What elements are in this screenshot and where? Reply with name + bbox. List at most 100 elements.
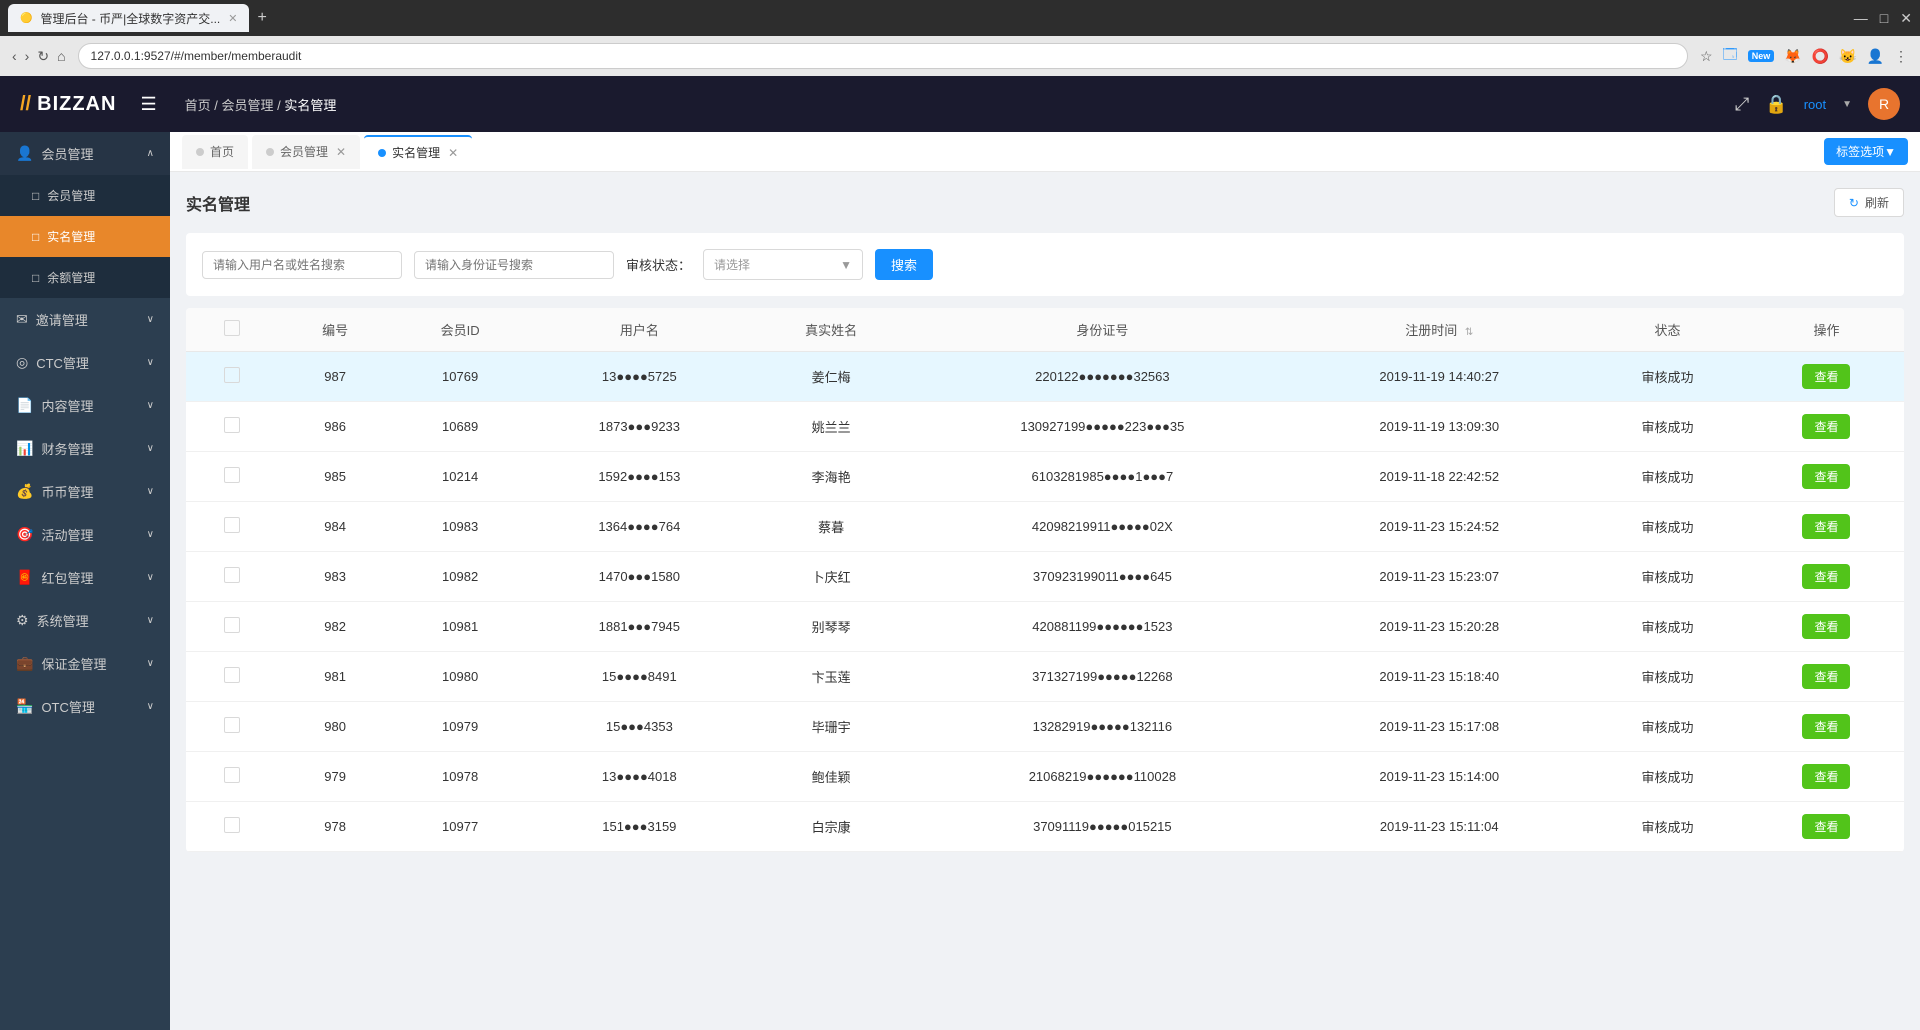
cell-action[interactable]: 查看 — [1749, 452, 1904, 502]
member-mgmt-icon: □ — [32, 189, 39, 203]
lock-icon[interactable]: 🔒 — [1765, 94, 1787, 115]
cell-action[interactable]: 查看 — [1749, 602, 1904, 652]
sort-icon: ⇅ — [1465, 327, 1473, 338]
row-checkbox-2[interactable] — [224, 467, 240, 483]
row-checkbox-3[interactable] — [224, 517, 240, 533]
cell-checkbox[interactable] — [186, 752, 279, 802]
cell-checkbox[interactable] — [186, 552, 279, 602]
new-tab-button[interactable]: + — [257, 9, 266, 27]
cell-checkbox[interactable] — [186, 402, 279, 452]
user-icon[interactable]: 👤 — [1867, 48, 1884, 65]
cell-action[interactable]: 查看 — [1749, 552, 1904, 602]
cell-username: 1873●●●9233 — [529, 402, 750, 452]
row-checkbox-0[interactable] — [224, 367, 240, 383]
view-button[interactable]: 查看 — [1802, 814, 1850, 839]
tab-member-mgmt[interactable]: 会员管理 ✕ — [252, 135, 360, 169]
extension-icon-1[interactable]: 🗔 — [1723, 44, 1738, 68]
tab-member-close[interactable]: ✕ — [336, 145, 346, 159]
row-checkbox-7[interactable] — [224, 717, 240, 733]
close-icon[interactable]: ✕ — [1900, 10, 1912, 27]
view-button[interactable]: 查看 — [1802, 764, 1850, 789]
view-button[interactable]: 查看 — [1802, 564, 1850, 589]
maximize-icon[interactable]: □ — [1880, 10, 1888, 27]
user-dropdown-icon[interactable]: ▼ — [1842, 99, 1852, 110]
view-button[interactable]: 查看 — [1802, 614, 1850, 639]
sidebar-item-realname[interactable]: □ 实名管理 — [0, 216, 170, 257]
tab-realname-close[interactable]: ✕ — [448, 146, 458, 160]
user-info[interactable]: root — [1804, 97, 1826, 112]
cell-idno: 6103281985●●●●1●●●7 — [913, 452, 1293, 502]
sidebar-item-activity[interactable]: 🎯 活动管理 ∨ — [0, 513, 170, 556]
cell-action[interactable]: 查看 — [1749, 752, 1904, 802]
sidebar-item-margin[interactable]: 💼 保证金管理 ∨ — [0, 642, 170, 685]
cell-checkbox[interactable] — [186, 352, 279, 402]
view-button[interactable]: 查看 — [1802, 664, 1850, 689]
refresh-button[interactable]: ↻ 刷新 — [1834, 188, 1904, 217]
sidebar-item-ctc[interactable]: ◎ CTC管理 ∨ — [0, 341, 170, 384]
fullscreen-icon[interactable]: ⤢ — [1735, 94, 1749, 115]
cell-action[interactable]: 查看 — [1749, 352, 1904, 402]
sidebar-item-redpacket[interactable]: 🧧 红包管理 ∨ — [0, 556, 170, 599]
extension-icon-3[interactable]: ⭕ — [1812, 48, 1829, 65]
forward-button[interactable]: › — [25, 48, 30, 65]
status-select[interactable]: 请选择 ▼ — [703, 249, 863, 280]
search-button[interactable]: 搜索 — [875, 249, 933, 280]
cell-checkbox[interactable] — [186, 452, 279, 502]
cell-checkbox[interactable] — [186, 602, 279, 652]
cell-action[interactable]: 查看 — [1749, 652, 1904, 702]
sidebar-item-content[interactable]: 📄 内容管理 ∨ — [0, 384, 170, 427]
sidebar-item-member-mgmt[interactable]: □ 会员管理 — [0, 175, 170, 216]
th-checkbox[interactable] — [186, 308, 279, 352]
extension-icon-2[interactable]: 🦊 — [1784, 48, 1801, 65]
sidebar-item-otc[interactable]: 🏪 OTC管理 ∨ — [0, 685, 170, 728]
breadcrumb-member[interactable]: 会员管理 — [221, 98, 273, 113]
cell-checkbox[interactable] — [186, 802, 279, 852]
back-button[interactable]: ‹ — [12, 48, 17, 65]
tab-close-icon[interactable]: ✕ — [228, 12, 237, 25]
idno-search-input[interactable] — [414, 251, 614, 279]
cell-checkbox[interactable] — [186, 652, 279, 702]
th-username: 用户名 — [529, 308, 750, 352]
row-checkbox-6[interactable] — [224, 667, 240, 683]
view-button[interactable]: 查看 — [1802, 364, 1850, 389]
view-button[interactable]: 查看 — [1802, 414, 1850, 439]
sidebar-item-finance[interactable]: 📊 财务管理 ∨ — [0, 427, 170, 470]
row-checkbox-1[interactable] — [224, 417, 240, 433]
row-checkbox-9[interactable] — [224, 817, 240, 833]
select-all-checkbox[interactable] — [224, 320, 240, 336]
home-button[interactable]: ⌂ — [57, 48, 65, 65]
tab-realname[interactable]: 实名管理 ✕ — [364, 135, 472, 169]
view-button[interactable]: 查看 — [1802, 714, 1850, 739]
cell-action[interactable]: 查看 — [1749, 402, 1904, 452]
sidebar-item-member[interactable]: 👤 会员管理 ∧ — [0, 132, 170, 175]
row-checkbox-8[interactable] — [224, 767, 240, 783]
view-button[interactable]: 查看 — [1802, 514, 1850, 539]
bookmark-icon[interactable]: ☆ — [1700, 48, 1713, 65]
sidebar-item-coin[interactable]: 💰 币币管理 ∨ — [0, 470, 170, 513]
menu-icon[interactable]: ⋮ — [1894, 48, 1908, 65]
url-bar[interactable]: 127.0.0.1:9527/#/member/memberaudit — [78, 43, 1688, 69]
cell-username: 15●●●●8491 — [529, 652, 750, 702]
minimize-icon[interactable]: — — [1854, 10, 1868, 27]
sidebar-item-invite[interactable]: ✉ 邀请管理 ∨ — [0, 298, 170, 341]
reload-button[interactable]: ↻ — [37, 48, 49, 65]
cell-checkbox[interactable] — [186, 702, 279, 752]
sidebar-item-system[interactable]: ⚙ 系统管理 ∨ — [0, 599, 170, 642]
tag-select-button[interactable]: 标签选项▼ — [1824, 138, 1908, 165]
row-checkbox-4[interactable] — [224, 567, 240, 583]
extension-icon-4[interactable]: 😺 — [1839, 48, 1856, 65]
cell-action[interactable]: 查看 — [1749, 502, 1904, 552]
cell-checkbox[interactable] — [186, 502, 279, 552]
view-button[interactable]: 查看 — [1802, 464, 1850, 489]
breadcrumb-home[interactable]: 首页 — [185, 98, 211, 113]
sidebar-toggle[interactable]: ☰ — [140, 94, 156, 115]
cell-action[interactable]: 查看 — [1749, 702, 1904, 752]
row-checkbox-5[interactable] — [224, 617, 240, 633]
cell-action[interactable]: 查看 — [1749, 802, 1904, 852]
sidebar-item-balance[interactable]: □ 余额管理 — [0, 257, 170, 298]
tab-home[interactable]: 首页 — [182, 135, 248, 169]
active-tab[interactable]: 🟡 管理后台 - 币严|全球数字资产交... ✕ — [8, 4, 249, 32]
username-search-input[interactable] — [202, 251, 402, 279]
th-regtime[interactable]: 注册时间 ⇅ — [1292, 308, 1586, 352]
main-content: 首页 会员管理 ✕ 实名管理 ✕ 标签选项▼ 实名管理 ↻ — [170, 132, 1920, 1030]
